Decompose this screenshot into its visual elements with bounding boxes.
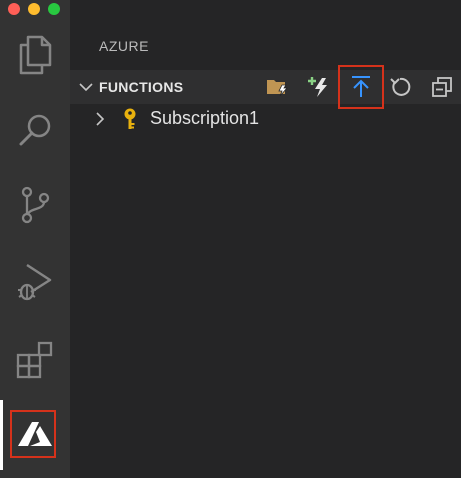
search-icon <box>19 114 51 146</box>
close-window-button[interactable] <box>8 3 20 15</box>
chevron-right-icon <box>96 112 105 126</box>
key-icon <box>124 108 136 129</box>
chevron-down-icon <box>79 83 93 92</box>
refresh-icon <box>390 77 411 96</box>
run-debug-icon <box>18 263 52 301</box>
deploy-highlight-box <box>338 65 384 109</box>
tree-item-label: Subscription1 <box>150 108 260 128</box>
files-icon <box>19 35 52 75</box>
section-title: FUNCTIONS <box>99 79 184 95</box>
explorer-activity[interactable] <box>0 25 70 85</box>
maximize-window-button[interactable] <box>48 3 60 15</box>
window-titlebar-bg <box>0 0 70 20</box>
extensions-icon <box>16 341 53 379</box>
sidebar-title: AZURE <box>99 38 149 54</box>
create-function-button[interactable] <box>306 74 332 100</box>
refresh-button[interactable] <box>387 74 413 100</box>
minimize-window-button[interactable] <box>28 3 40 15</box>
side-bar: AZURE FUNCTIONS Subscription1 <box>70 0 461 478</box>
create-project-folder-icon <box>267 80 288 97</box>
functions-section-header[interactable]: FUNCTIONS <box>70 70 461 104</box>
create-project-button[interactable] <box>265 74 291 100</box>
extensions-activity[interactable] <box>0 330 70 390</box>
collapse-all-button[interactable] <box>429 74 455 100</box>
create-function-lightning-icon <box>308 77 327 97</box>
source-control-activity[interactable] <box>0 175 70 235</box>
activity-bar <box>0 0 70 478</box>
collapse-all-icon <box>432 77 452 97</box>
azure-highlight-box <box>10 410 56 458</box>
source-control-icon <box>21 186 50 224</box>
tree-item-subscription[interactable]: Subscription1 <box>70 106 461 132</box>
search-activity[interactable] <box>0 100 70 160</box>
run-debug-activity[interactable] <box>0 252 70 312</box>
